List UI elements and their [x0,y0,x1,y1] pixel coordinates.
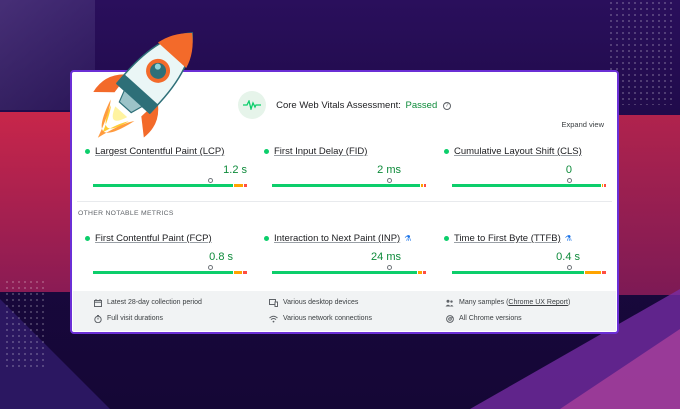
footer-chrome-versions-text: All Chrome versions [459,315,522,322]
metric-name-link[interactable]: First Input Delay (FID) [274,146,367,157]
status-dot [444,149,449,154]
timer-icon [93,314,102,323]
help-circle-icon[interactable]: ? [442,101,451,110]
background-shape-bottom-right-accent [560,329,680,409]
metric-marker [387,178,392,183]
footer-network-text: Various network connections [283,315,372,322]
pulse-icon [238,91,267,119]
metric-name-link[interactable]: Interaction to Next Paint (INP) [274,233,400,244]
assessment-title: Core Web Vitals Assessment: Passed ? [276,100,451,111]
bar-poor [602,271,607,274]
metric-title: First Input Delay (FID) [264,146,426,157]
footer-devices-text: Various desktop devices [283,299,359,306]
metric-fcp: First Contentful Paint (FCP) 0.8 s [85,233,247,274]
status-dot [264,149,269,154]
metric-title: Cumulative Layout Shift (CLS) [444,146,606,157]
metric-value: 0 [565,164,572,176]
metric-marker [208,265,213,270]
bar-needs-improvement [602,184,604,187]
footer-visit-durations: Full visit durations [93,314,163,323]
bar-needs-improvement [585,271,602,274]
metric-value: 2 ms [377,164,401,176]
background-band-right [610,115,680,295]
metric-marker [567,178,572,183]
metric-title: Interaction to Next Paint (INP) ⚗ [264,233,426,244]
bar-good [452,271,585,274]
metric-title: Time to First Byte (TTFB) ⚗ [444,233,606,244]
wifi-icon [269,314,278,323]
footer-collection-period: Latest 28-day collection period [93,298,202,307]
footer-samples-suffix: ) [567,299,571,306]
distribution-bar [272,184,426,187]
dot-pattern-bottom-left [4,279,44,369]
distribution-bar [452,271,607,274]
metric-ttfb: Time to First Byte (TTFB) ⚗ 0.4 s [444,233,607,274]
metric-name-link[interactable]: Time to First Byte (TTFB) [454,233,561,244]
chrome-icon [445,314,454,323]
flask-icon: ⚗ [404,234,412,243]
metric-name-link[interactable]: First Contentful Paint (FCP) [95,233,212,244]
footer-collection-period-text: Latest 28-day collection period [107,299,202,306]
distribution-bar [272,271,427,274]
distribution-bar [93,184,248,187]
expand-view-link[interactable]: Expand view [561,120,604,129]
distribution-bar [452,184,606,187]
other-metrics-label: OTHER NOTABLE METRICS [78,210,174,217]
bar-needs-improvement [421,184,424,187]
metric-marker [208,178,213,183]
bar-needs-improvement [234,184,244,187]
metric-marker [387,265,392,270]
footer-chrome-versions: All Chrome versions [445,314,522,323]
bar-good [93,184,234,187]
footer-network: Various network connections [269,314,372,323]
bar-needs-improvement [234,271,243,274]
metric-value: 1.2 s [223,164,247,176]
bar-poor [244,184,248,187]
assessment-title-text: Core Web Vitals Assessment: [276,99,401,111]
metric-value: 0.4 s [556,251,580,263]
bar-poor [604,184,606,187]
metric-fid: First Input Delay (FID) 2 ms [264,146,426,187]
metric-value: 0.8 s [209,251,233,263]
distribution-bar [93,271,247,274]
bar-good [452,184,602,187]
chrome-ux-report-link[interactable]: Chrome UX Report [508,299,568,306]
metric-cls: Cumulative Layout Shift (CLS) 0 [444,146,606,187]
status-dot [444,236,449,241]
bar-needs-improvement [418,271,423,274]
footer-samples-prefix: Many samples ( [459,299,509,306]
footer-devices: Various desktop devices [269,298,358,307]
bar-poor [243,271,247,274]
metric-name-link[interactable]: Cumulative Layout Shift (CLS) [454,146,582,157]
bar-poor [424,184,426,187]
metric-title: First Contentful Paint (FCP) [85,233,247,244]
bar-good [272,184,421,187]
bar-poor [423,271,427,274]
flask-icon: ⚗ [564,234,572,243]
footer-visit-durations-text: Full visit durations [107,315,164,322]
metric-value: 24 ms [371,251,401,263]
footer-samples: Many samples ( Chrome UX Report ) [445,298,570,307]
status-dot [264,236,269,241]
rocket-illustration [93,32,193,138]
devices-icon [269,298,278,307]
assessment-status: Passed [405,99,438,111]
bar-good [272,271,418,274]
metric-marker [567,265,572,270]
people-icon [445,298,454,307]
metric-inp: Interaction to Next Paint (INP) ⚗ 24 ms [264,233,427,274]
section-divider [77,201,612,202]
calendar-icon [93,298,102,307]
bar-good [93,271,234,274]
data-source-footer: Latest 28-day collection period Full vis… [73,291,616,331]
status-dot [85,236,90,241]
